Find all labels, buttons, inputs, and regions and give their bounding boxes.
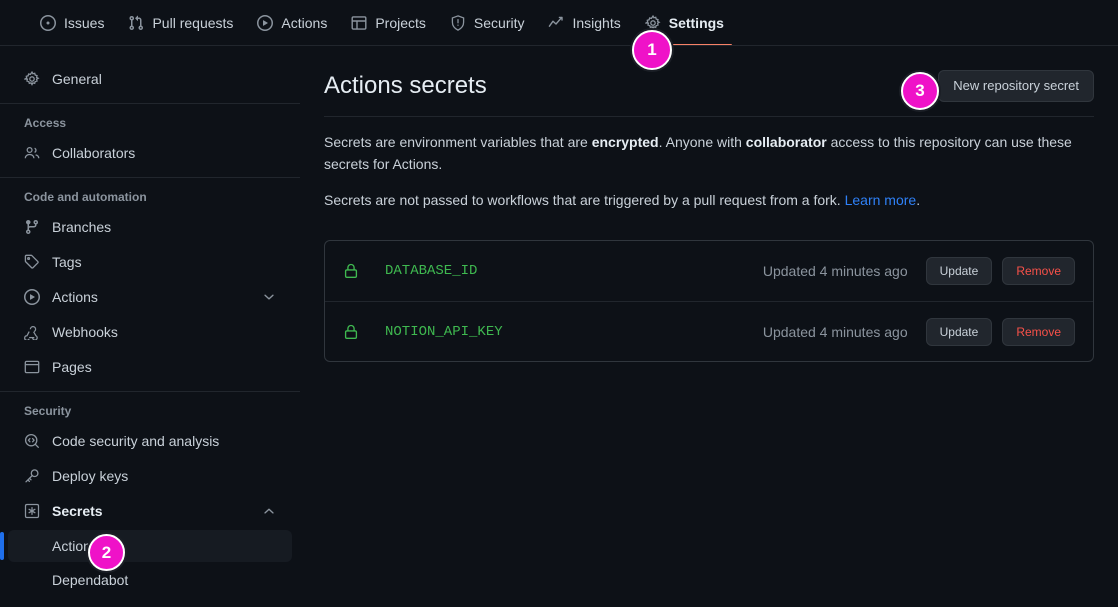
nav-item-label: Pull requests [152,15,234,31]
graph-icon [548,15,564,31]
sidebar-item-webhooks[interactable]: Webhooks [8,316,292,348]
sidebar-item-label: Tags [52,254,82,270]
fork-note-period: . [916,192,921,209]
git-branch-icon [24,219,40,235]
nav-item-insights[interactable]: Insights [536,0,632,46]
sidebar-item-label: Code security and analysis [52,433,220,449]
desc-text-1: Secrets are environment variables that a… [324,134,592,150]
issue-opened-icon [40,15,56,31]
settings-page: e Issues Pull requests Actions [0,0,1118,607]
learn-more-link[interactable]: Learn more [845,192,917,208]
sidebar-item-tags[interactable]: Actions Tags [8,246,292,278]
sidebar-item-deploy-keys[interactable]: Deploy keys [8,460,292,492]
sidebar-item-branches[interactable]: Branches [8,211,292,243]
browser-icon [24,359,40,375]
sidebar-item-label: Deploy keys [52,468,129,484]
nav-item-pull-requests[interactable]: Pull requests [116,0,245,46]
table-icon [351,15,367,31]
sidebar-item-code-security-and-analysis[interactable]: Code security and analysis [8,425,292,457]
asterisk-box-icon [24,503,40,519]
shield-icon [450,15,466,31]
step-badge-3: 3 [901,72,939,110]
sidebar-item-pages[interactable]: Pages [8,351,292,383]
fork-note-text: Secrets are not passed to workflows that… [324,192,845,209]
sidebar-item-secrets[interactable]: Secrets [8,495,292,527]
sidebar-item-label: Branches [52,219,112,235]
sidebar-item-actions[interactable]: Actions [8,281,292,313]
secret-name: NOTION_API_KEY [385,323,503,340]
sidebar-heading-access: Access [24,116,67,130]
gear-icon [24,71,40,87]
nav-item-security[interactable]: Security [438,0,537,46]
remove-secret-button[interactable]: Remove [1002,317,1075,346]
gear-icon [644,15,661,31]
sidebar-item-label: Pages [52,359,92,375]
settings-sidebar: General Access Collaborators Code and au… [0,60,300,598]
sidebar-item-secrets-dependabot[interactable]: Dependabot [8,564,292,596]
sidebar-item-label: Webhooks [52,324,118,340]
page-title: Actions secrets [324,72,487,99]
sidebar-subitem-label: Dependabot [52,572,129,588]
codescan-icon [24,433,40,449]
sidebar-divider [0,103,300,104]
page-header: Actions secrets New repository secret [324,70,1094,117]
people-icon [24,145,40,161]
chevron-down-icon[interactable] [262,290,276,304]
sidebar-item-label: Collaborators [52,145,136,161]
nav-item-label: Issues [64,15,105,31]
sidebar-divider [0,177,300,178]
step-badge-1: 1 [632,30,672,70]
nav-item-projects[interactable]: Projects [339,0,438,46]
secret-updated-time: Updated 4 minutes ago [762,323,908,340]
sidebar-item-label: Actions [52,289,98,305]
webhook-icon [24,324,40,340]
desc-bold-collaborator: collaborator [745,134,827,150]
secret-name: DATABASE_ID [385,263,478,280]
nav-divider [0,45,1118,46]
sidebar-divider [0,391,300,392]
play-icon [257,15,274,31]
desc-text-2: . Anyone with [658,134,746,150]
lock-icon [343,324,359,340]
step-badge-2: 2 [88,534,125,571]
remove-secret-button[interactable]: Remove [1002,257,1075,286]
fork-note-paragraph: Secrets are not passed to workflows that… [324,190,1094,212]
table-row: DATABASE_ID Updated 4 minutes ago Update… [325,241,1093,301]
table-row: NOTION_API_KEY Updated 4 minutes ago Upd… [325,301,1093,361]
nav-item-actions[interactable]: Actions [245,0,339,46]
key-icon [24,468,40,484]
nav-items: Issues Pull requests Actions Projects Se… [28,0,736,46]
nav-item-label: Insights [572,15,621,31]
nav-item-issues[interactable]: Issues [28,0,116,46]
nav-item-label: Projects [375,15,426,31]
new-repository-secret-button[interactable]: New repository secret [938,70,1094,102]
sidebar-item-collaborators[interactable]: Collaborators [8,137,292,169]
sidebar-item-general[interactable]: General [8,63,292,95]
repository-nav: e Issues Pull requests Actions [0,0,1118,46]
update-secret-button[interactable]: Update [925,317,993,346]
sidebar-item-label: Secrets [52,503,103,519]
sidebar-heading-code-automation: Code and automation [24,190,147,204]
update-secret-button[interactable]: Update [925,257,993,286]
desc-bold-encrypted: encrypted [591,134,659,150]
chevron-up-icon[interactable] [262,504,276,518]
secret-updated-time: Updated 4 minutes ago [762,263,908,280]
sidebar-item-secrets-actions[interactable]: Actions [0,530,292,562]
main-content: Actions secrets New repository secret Se… [324,70,1094,363]
secrets-list: DATABASE_ID Updated 4 minutes ago Update… [324,240,1094,363]
tag-icon [24,254,40,270]
lock-icon [343,263,359,279]
secrets-description-paragraph: Secrets are environment variables that a… [324,132,1094,175]
sidebar-heading-security: Security [24,404,72,418]
sidebar-item-label: General [52,71,102,87]
play-icon [24,289,40,305]
nav-item-label: Actions [281,15,328,31]
nav-item-label: Security [473,15,525,31]
nav-item-label: Settings [668,15,724,31]
git-pull-request-icon [128,15,144,31]
